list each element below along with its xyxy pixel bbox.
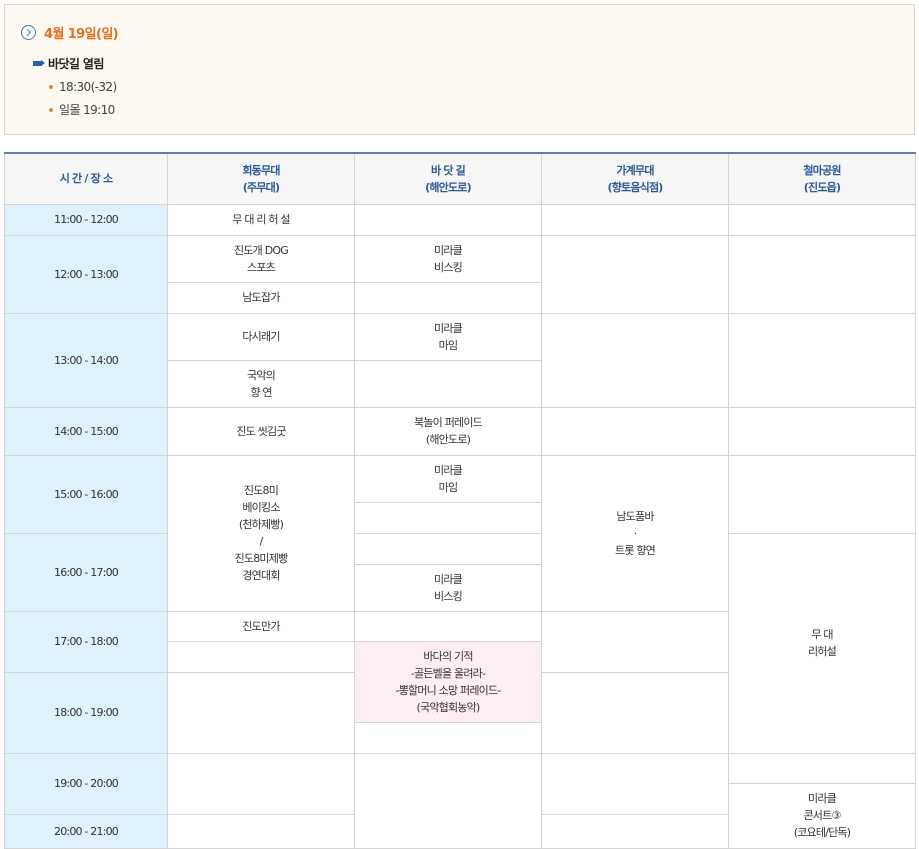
header-store-stage: 가계무대 (향토음식점): [541, 152, 729, 205]
header-time-place: 시 간 / 장 소: [4, 152, 168, 205]
header-cheolma-park: 철마공원 (진도읍): [728, 152, 916, 205]
event-date: 4월 19일(일): [44, 27, 119, 42]
table-row: 12:00 - 13:00 진도개 DOG 스포츠 미라클 비스킹: [4, 234, 916, 314]
empty-cell: [541, 312, 729, 408]
empty-cell: [354, 532, 542, 565]
schedule-cell: 국악의 향 연: [167, 359, 355, 408]
section-title-row: 바닷길 열림: [33, 55, 104, 72]
table-row: 16:00 - 17:00 무 대 리허설: [4, 532, 916, 754]
empty-cell: [541, 203, 729, 236]
schedule-cell: 다시래기: [167, 312, 355, 361]
table-row: 15:00 - 16:00 진도8미 베이킹소 (천하제빵) / 진도8미제빵 …: [4, 454, 916, 612]
schedule-cell: 진도8미 베이킹소 (천하제빵) / 진도8미제빵 경연대회: [167, 454, 355, 612]
date-row: 4월 19일(일): [21, 23, 119, 42]
bullet-text: 18:30(-32): [59, 80, 117, 94]
event-info-box: 4월 19일(일) 바닷길 열림 18:30(-32) 일몰 19:10: [4, 4, 915, 135]
schedule-cell: 미라클 비스킹: [354, 234, 542, 283]
header-sea-road: 바 닷 길 (해안도로): [354, 152, 542, 205]
schedule-cell: 남도잡가: [167, 281, 355, 314]
empty-cell: [354, 281, 542, 314]
empty-cell: [728, 203, 916, 236]
chevron-right-circle-icon: [21, 25, 36, 40]
schedule-cell: 진도만가: [167, 610, 355, 642]
table-row: 14:00 - 15:00 진도 씻김굿 북놀이 퍼레이드 (해안도로): [4, 406, 916, 456]
schedule-cell: 무 대 리 허 설: [167, 203, 355, 236]
empty-cell: [541, 406, 729, 456]
schedule-cell: 진도개 DOG 스포츠: [167, 234, 355, 283]
empty-cell: [354, 359, 542, 408]
bullet-dot-icon: [49, 107, 53, 112]
empty-cell: [541, 813, 729, 849]
header-main-stage: 회동무대 (주무대): [167, 152, 355, 205]
empty-cell: [541, 752, 729, 815]
bullet-dot-icon: [49, 85, 53, 89]
section-title: 바닷길 열림: [48, 57, 104, 71]
schedule-cell: 미라클 마임: [354, 454, 542, 503]
empty-cell: [167, 813, 355, 849]
time-cell: 13:00 - 14:00: [4, 312, 168, 408]
table-row: 11:00 - 12:00 무 대 리 허 설: [4, 203, 916, 236]
empty-cell: [541, 234, 729, 314]
empty-cell: [728, 234, 916, 314]
empty-cell: [354, 752, 542, 849]
empty-cell: [728, 406, 916, 456]
time-cell: 18:00 - 19:00: [4, 671, 168, 754]
time-cell: 19:00 - 20:00: [4, 752, 168, 815]
empty-cell: [541, 671, 729, 754]
schedule-cell: 미라클 콘서트③ (코요테/단독): [728, 782, 916, 849]
bullet-item: 18:30(-32): [49, 80, 117, 94]
empty-cell: [728, 312, 916, 408]
schedule-cell: 북놀이 퍼레이드 (해안도로): [354, 406, 542, 456]
time-cell: 20:00 - 21:00: [4, 813, 168, 849]
arrow-right-icon: [33, 60, 45, 66]
empty-cell: [167, 671, 355, 754]
time-cell: 17:00 - 18:00: [4, 610, 168, 673]
schedule-cell: 무 대 리허설: [728, 532, 916, 754]
schedule-table: 시 간 / 장 소 회동무대 (주무대) 바 닷 길 (해안도로) 가계무대 (…: [4, 152, 916, 849]
bullet-item: 일몰 19:10: [49, 101, 115, 118]
table-row: 19:00 - 20:00: [4, 752, 916, 849]
table-row: 13:00 - 14:00 다시래기 미라클 마임: [4, 312, 916, 408]
empty-cell: [167, 640, 355, 673]
bullet-text: 일몰 19:10: [59, 103, 115, 117]
time-cell: 11:00 - 12:00: [4, 203, 168, 236]
empty-cell: [167, 752, 355, 815]
empty-cell: [354, 501, 542, 534]
empty-cell: [728, 752, 916, 784]
empty-cell: [728, 454, 916, 534]
empty-cell: [354, 203, 542, 236]
schedule-cell: 미라클 비스킹: [354, 563, 542, 612]
time-cell: 12:00 - 13:00: [4, 234, 168, 314]
empty-cell: [541, 610, 729, 673]
schedule-cell: 남도품바 · 트롯 향연: [541, 454, 729, 612]
time-cell: 15:00 - 16:00: [4, 454, 168, 534]
empty-cell: [354, 721, 542, 754]
schedule-cell: 진도 씻김굿: [167, 406, 355, 456]
time-cell: 16:00 - 17:00: [4, 532, 168, 612]
schedule-cell-highlight: 바다의 기적 -골든벨을 울려라- -뽕할머니 소망 퍼레이드- (국악협회농악…: [354, 640, 542, 723]
empty-cell: [354, 610, 542, 642]
schedule-cell: 미라클 마임: [354, 312, 542, 361]
time-cell: 14:00 - 15:00: [4, 406, 168, 456]
header-row: 시 간 / 장 소 회동무대 (주무대) 바 닷 길 (해안도로) 가계무대 (…: [4, 152, 916, 205]
